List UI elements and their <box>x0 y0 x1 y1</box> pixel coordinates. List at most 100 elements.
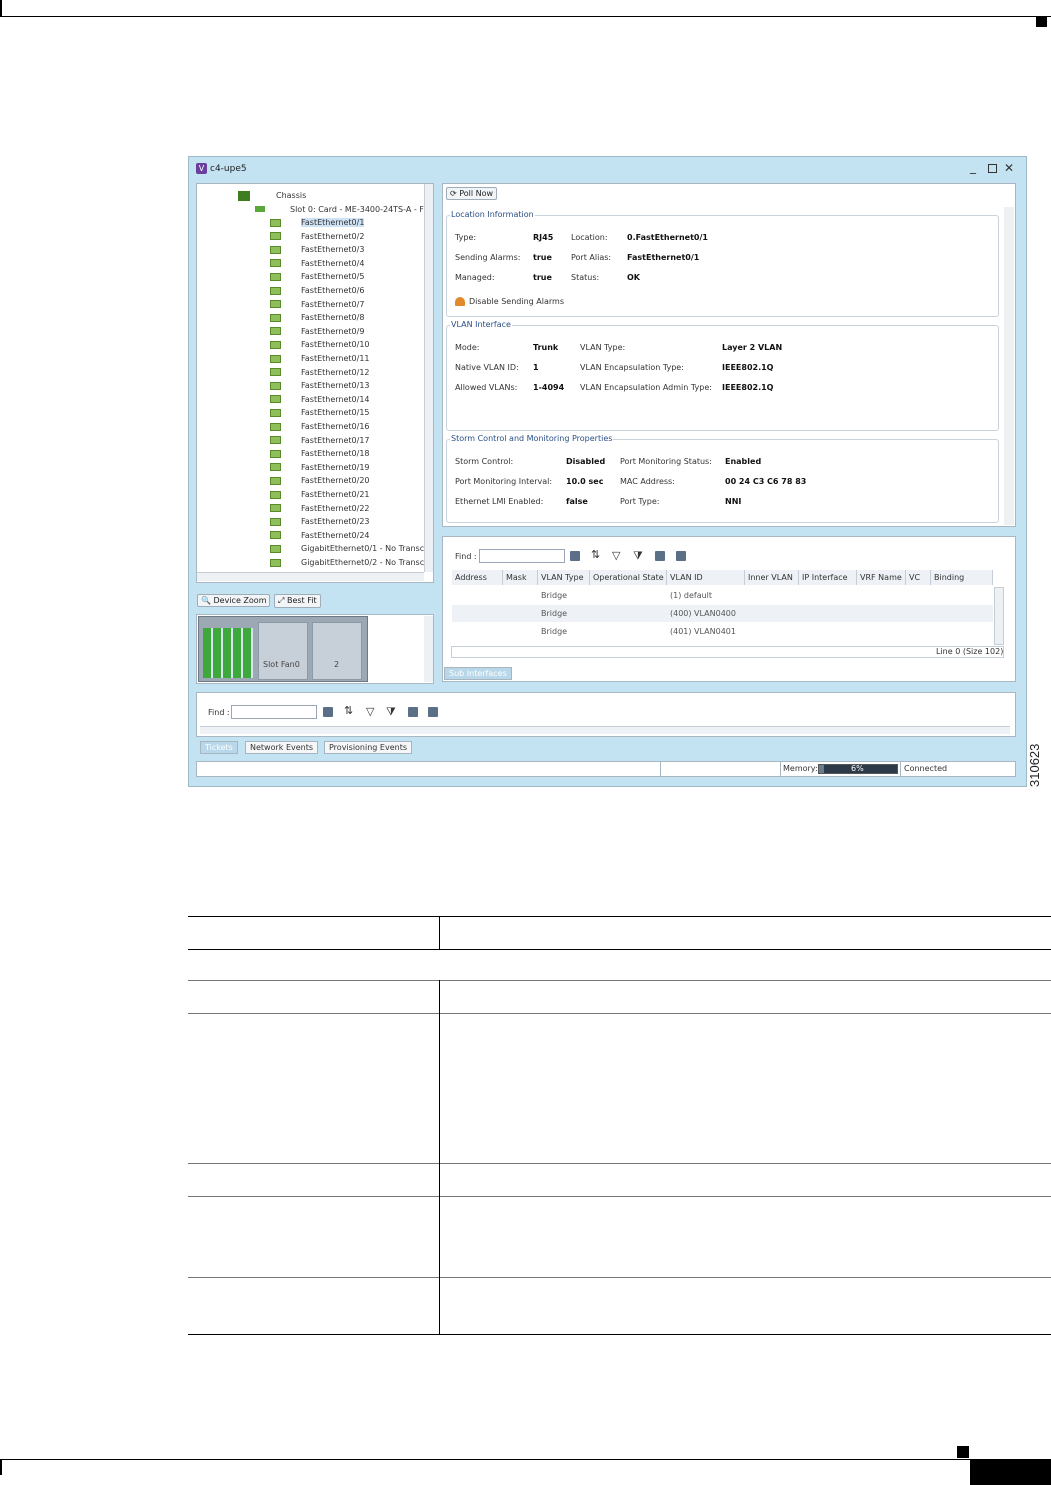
column-header[interactable]: VC <box>906 570 931 585</box>
tree-item-port[interactable]: FastEthernet0/14 <box>270 395 370 408</box>
port-icon <box>270 259 281 268</box>
port-icon <box>270 558 281 567</box>
tree-item-port[interactable]: FastEthernet0/4 <box>270 259 364 272</box>
bottom-find-input[interactable] <box>231 705 317 719</box>
best-fit-button[interactable]: ⤢ Best Fit <box>274 594 321 608</box>
port-icon <box>270 544 281 553</box>
tree-item-port[interactable]: FastEthernet0/22 <box>270 504 370 517</box>
bottom-save-icon[interactable] <box>323 707 333 717</box>
tree-item-label: FastEthernet0/4 <box>301 258 365 268</box>
tree-item-port[interactable]: FastEthernet0/16 <box>270 422 370 435</box>
tree-item-port[interactable]: FastEthernet0/6 <box>270 286 364 299</box>
tree-item-port[interactable]: FastEthernet0/8 <box>270 313 364 326</box>
column-header[interactable]: Inner VLAN <box>745 570 799 585</box>
tree-item-port[interactable]: FastEthernet0/15 <box>270 408 370 421</box>
tree-item-chassis[interactable]: Chassis <box>276 191 306 200</box>
bottom-table-header <box>200 726 1010 734</box>
tree-item-label: FastEthernet0/5 <box>301 272 365 282</box>
tree-item-port[interactable]: FastEthernet0/13 <box>270 381 370 394</box>
column-header[interactable]: VRF Name <box>857 570 906 585</box>
maximize-icon[interactable] <box>988 164 997 173</box>
port-icon <box>270 490 281 499</box>
bottom-filter-icon[interactable]: ▽ <box>366 705 374 718</box>
tree-item-label: FastEthernet0/8 <box>301 313 365 323</box>
tree-item-port[interactable]: FastEthernet0/21 <box>270 490 370 503</box>
print-icon[interactable] <box>676 551 686 561</box>
tree-item-label: FastEthernet0/7 <box>301 299 365 309</box>
tree-item-port[interactable]: GigabitEthernet0/1 - No Transc <box>270 544 424 557</box>
memory-bar-fill <box>819 765 824 773</box>
tree-item-port[interactable]: FastEthernet0/7 <box>270 300 364 313</box>
status-label: Status: <box>571 273 600 282</box>
save-icon[interactable] <box>570 551 580 561</box>
tree-item-port[interactable]: FastEthernet0/10 <box>270 340 370 353</box>
port-icon <box>270 286 281 295</box>
device-vscroll[interactable] <box>424 616 433 682</box>
bottom-export-icon[interactable] <box>408 707 418 717</box>
export-icon[interactable] <box>655 551 665 561</box>
port-monitoring-interval-label: Port Monitoring Interval: <box>455 477 553 486</box>
close-icon[interactable]: ✕ <box>1004 161 1014 175</box>
mac-address-label: MAC Address: <box>620 477 675 486</box>
tab-tickets[interactable]: Tickets <box>200 741 238 754</box>
port-alias-value: FastEthernet0/1 <box>627 253 700 262</box>
tree-item-port[interactable]: FastEthernet0/24 <box>270 531 370 544</box>
tree-vscroll[interactable] <box>424 184 433 572</box>
vlan-title: VLAN Interface <box>450 320 512 329</box>
bottom-sort-icon[interactable]: ⇅ <box>344 704 353 717</box>
subtable-vscroll[interactable] <box>994 587 1004 645</box>
tree-item-port[interactable]: FastEthernet0/12 <box>270 368 370 381</box>
bottom-left-mark <box>0 1459 2 1475</box>
column-header[interactable]: VLAN ID <box>667 570 745 585</box>
port-icon <box>270 422 281 431</box>
column-header[interactable]: IP Interface <box>799 570 857 585</box>
device-zoom-button[interactable]: 🔍 Device Zoom <box>197 594 271 607</box>
tree-item-port[interactable]: FastEthernet0/1 <box>270 218 365 231</box>
properties-vscroll[interactable] <box>1004 207 1014 525</box>
column-header[interactable]: Mask <box>503 570 538 585</box>
vlan-group: VLAN Interface <box>446 320 999 431</box>
advanced-filter-icon[interactable]: ⧩ <box>633 549 643 563</box>
minimize-icon[interactable]: _ <box>970 160 976 174</box>
vlan-type-label: VLAN Type: <box>580 343 626 352</box>
tree-item-port[interactable]: FastEthernet0/5 <box>270 272 364 285</box>
bottom-print-icon[interactable] <box>428 707 438 717</box>
port-icon <box>270 476 281 485</box>
device-zoom-label: Device Zoom <box>213 596 267 605</box>
column-header[interactable]: VLAN Type <box>538 570 590 585</box>
sort-icon[interactable]: ⇅ <box>591 548 600 561</box>
tree-item-port[interactable]: FastEthernet0/3 <box>270 245 364 258</box>
tab-sub-interfaces[interactable]: Sub Interfaces <box>444 667 512 680</box>
encap-type-label: VLAN Encapsulation Type: <box>580 363 684 372</box>
tree-item-slot0[interactable]: Slot 0: Card - ME-3400-24TS-A - F <box>290 205 424 214</box>
managed-value: true <box>533 273 552 282</box>
tree-item-port[interactable]: FastEthernet0/19 <box>270 463 370 476</box>
disable-sending-alarms-link[interactable]: Disable Sending Alarms <box>469 297 564 306</box>
tab-network-events[interactable]: Network Events <box>245 741 319 754</box>
column-header[interactable]: Binding <box>931 570 993 585</box>
memory-label: Memory: <box>783 764 818 773</box>
tree-item-port[interactable]: FastEthernet0/9 <box>270 327 364 340</box>
tree-item-port[interactable]: FastEthernet0/11 <box>270 354 370 367</box>
tree-item-port[interactable]: FastEthernet0/17 <box>270 436 370 449</box>
tree-item-port[interactable]: FastEthernet0/20 <box>270 476 370 489</box>
tree-item-port[interactable]: FastEthernet0/23 <box>270 517 370 530</box>
bottom-advanced-filter-icon[interactable]: ⧩ <box>386 705 396 719</box>
location-title: Location Information <box>450 210 535 219</box>
storm-control-label: Storm Control: <box>455 457 514 466</box>
tree-item-port[interactable]: GigabitEthernet0/2 - No Transc <box>270 558 424 571</box>
column-header[interactable]: Address <box>452 570 503 585</box>
filter-icon[interactable]: ▽ <box>612 549 620 562</box>
port-icon <box>270 313 281 322</box>
tab-provisioning-events[interactable]: Provisioning Events <box>324 741 413 754</box>
column-header[interactable]: Operational State <box>590 570 667 585</box>
figure-id: 310623 <box>1027 743 1042 787</box>
subtable-find-input[interactable] <box>479 549 565 563</box>
tree-hscroll[interactable] <box>197 572 424 581</box>
table-row[interactable] <box>452 587 993 604</box>
poll-now-button[interactable]: ⟳ Poll Now <box>446 187 498 200</box>
doc-rule-7 <box>188 1277 1051 1278</box>
tree-item-port[interactable]: FastEthernet0/18 <box>270 449 370 462</box>
tree-item-port[interactable]: FastEthernet0/2 <box>270 232 364 245</box>
tree-item-label: FastEthernet0/15 <box>301 408 370 418</box>
